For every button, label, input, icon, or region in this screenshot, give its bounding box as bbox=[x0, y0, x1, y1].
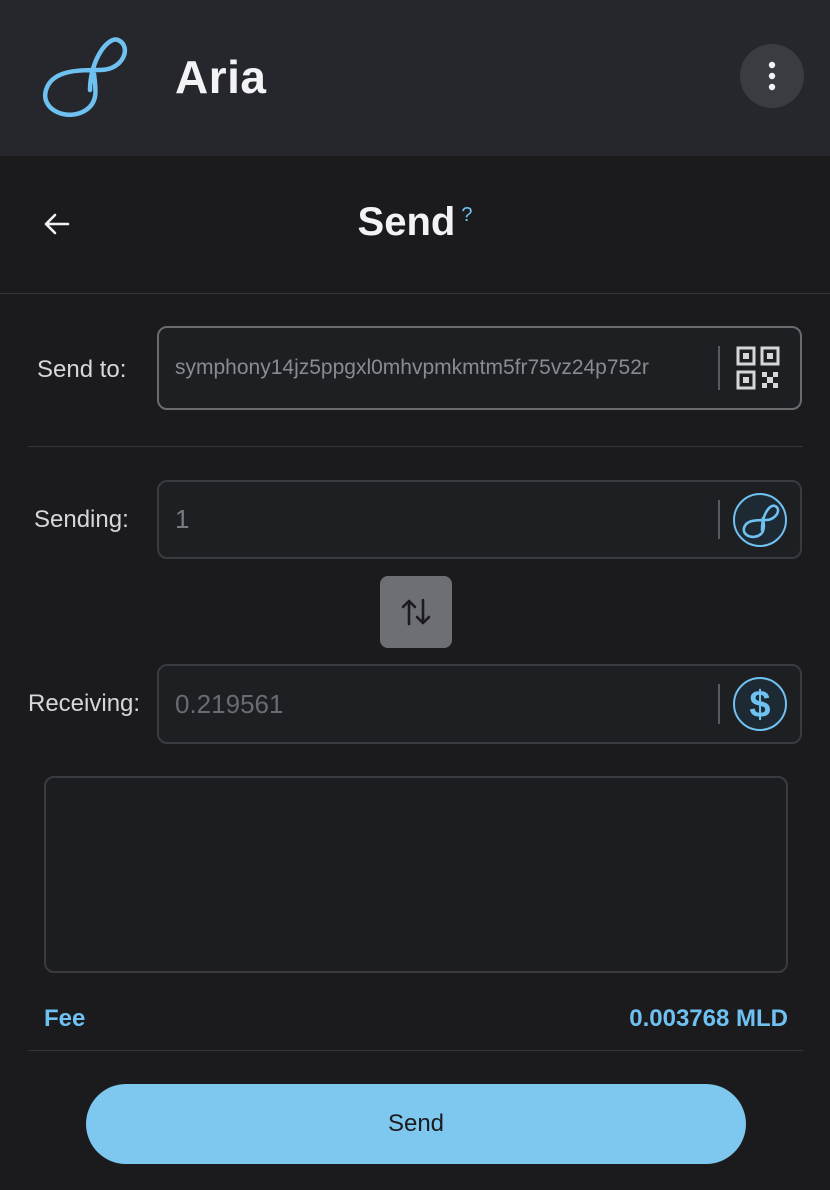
page-title-text: Send bbox=[357, 200, 456, 244]
dollar-token-icon: $ bbox=[733, 677, 787, 731]
aria-logo-icon bbox=[38, 30, 130, 122]
recipient-address-field[interactable]: symphony14jz5ppgxl0mhvpmkmtm5fr75vz24p75… bbox=[157, 326, 802, 410]
app-title: Aria bbox=[175, 51, 267, 103]
receiving-amount-field[interactable]: 0.219561 $ bbox=[157, 664, 802, 744]
recipient-address-value[interactable]: symphony14jz5ppgxl0mhvpmkmtm5fr75vz24p75… bbox=[175, 328, 700, 408]
sending-token-selector[interactable] bbox=[732, 492, 788, 548]
sending-label: Sending: bbox=[34, 506, 129, 533]
divider bbox=[28, 1050, 803, 1051]
qr-scan-button[interactable] bbox=[730, 340, 786, 396]
qr-code-icon bbox=[736, 346, 780, 390]
field-divider bbox=[718, 346, 720, 390]
receiving-label: Receiving: bbox=[28, 690, 141, 717]
aria-token-icon bbox=[733, 492, 787, 547]
page-header: Send? bbox=[0, 156, 830, 294]
app-header: Aria bbox=[0, 0, 830, 156]
more-menu-button[interactable] bbox=[740, 44, 804, 108]
fee-value: 0.003768 MLD bbox=[629, 1005, 788, 1032]
send-button[interactable]: Send bbox=[86, 1084, 746, 1164]
swap-direction-button[interactable] bbox=[380, 576, 452, 648]
page-title: Send? bbox=[0, 200, 830, 245]
swap-vertical-icon bbox=[401, 598, 431, 626]
more-vertical-icon bbox=[768, 61, 776, 91]
receiving-amount-value[interactable]: 0.219561 bbox=[175, 666, 700, 742]
memo-box[interactable] bbox=[44, 776, 788, 973]
svg-text:$: $ bbox=[749, 684, 770, 726]
field-divider bbox=[718, 684, 720, 724]
sending-amount-field[interactable]: 1 bbox=[157, 480, 802, 559]
fee-label: Fee bbox=[44, 1005, 86, 1032]
receiving-token-selector[interactable]: $ bbox=[732, 676, 788, 732]
field-divider bbox=[718, 500, 720, 539]
send-to-label: Send to: bbox=[37, 356, 127, 383]
sending-amount-value[interactable]: 1 bbox=[175, 482, 700, 557]
help-icon[interactable]: ? bbox=[461, 204, 472, 226]
divider bbox=[28, 446, 803, 447]
